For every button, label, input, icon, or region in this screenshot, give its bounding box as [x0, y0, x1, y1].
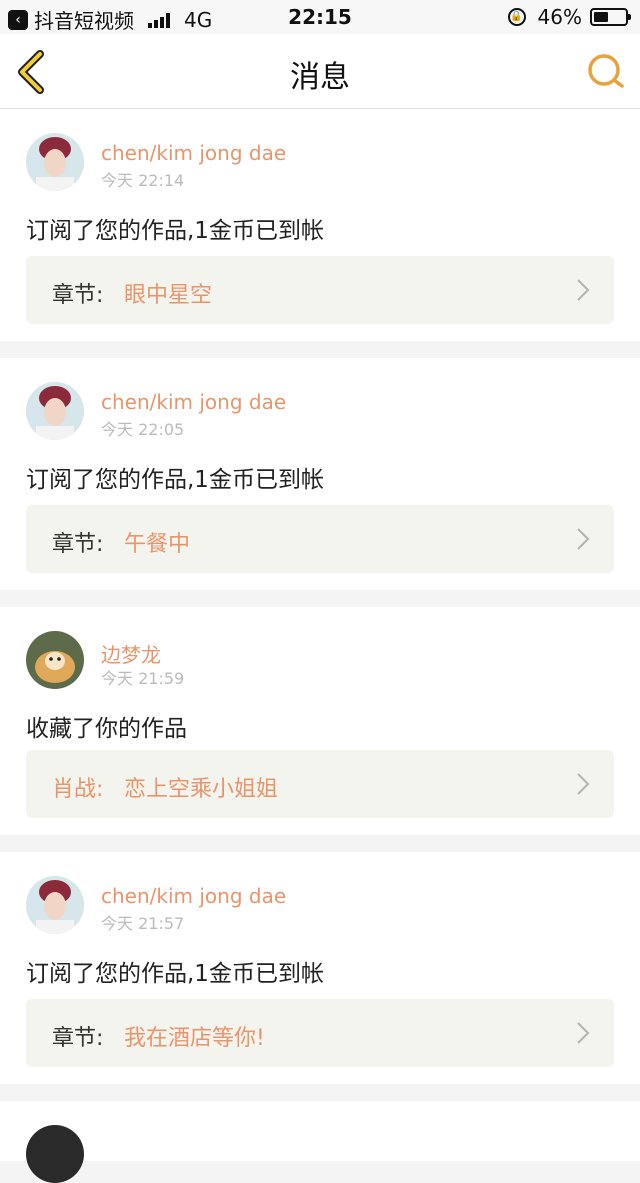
chapter-label: 肖战: [52, 777, 104, 802]
message-text: 订阅了您的作品,1金币已到帐 [26, 961, 324, 987]
divider [0, 1084, 640, 1101]
message-card: chen/kim jong dae 今天 22:05 订阅了您的作品,1金币已到… [0, 358, 640, 590]
chevron-right-icon [577, 1022, 590, 1044]
chapter-link[interactable]: 章节: 午餐中 [26, 505, 614, 573]
message-text: 收藏了你的作品 [26, 716, 187, 742]
timestamp: 今天 21:57 [101, 914, 185, 933]
username[interactable]: 边梦龙 [101, 639, 161, 668]
chapter-label: 章节: [52, 1026, 104, 1051]
divider [0, 590, 640, 607]
chevron-right-icon [577, 773, 590, 795]
chevron-right-icon [577, 279, 590, 301]
chapter-title: 我在酒店等你! [124, 1026, 265, 1051]
avatar[interactable] [26, 631, 84, 689]
message-card [0, 1101, 640, 1183]
status-bar: ‹ 抖音短视频 4G 22:15 🔒 46% [0, 0, 640, 34]
chapter-label: 章节: [52, 532, 104, 557]
message-text: 订阅了您的作品,1金币已到帐 [26, 218, 324, 244]
chapter-title: 恋上空乘小姐姐 [124, 777, 279, 802]
message-text: 订阅了您的作品,1金币已到帐 [26, 467, 324, 493]
search-icon [588, 54, 624, 88]
timestamp: 今天 21:59 [101, 669, 185, 688]
orientation-lock-icon: 🔒 [507, 8, 526, 26]
message-card: chen/kim jong dae 今天 22:14 订阅了您的作品,1金币已到… [0, 109, 640, 341]
avatar[interactable] [26, 382, 84, 440]
chapter-link[interactable]: 章节: 眼中星空 [26, 256, 614, 324]
timestamp: 今天 22:05 [101, 420, 185, 439]
chevron-right-icon [577, 528, 590, 550]
chapter-link[interactable]: 章节: 我在酒店等你! [26, 999, 614, 1067]
nav-bar: 消息 [0, 34, 640, 109]
battery-percent: 46% [537, 5, 582, 29]
avatar[interactable] [26, 1125, 84, 1183]
chapter-label: 章节: [52, 283, 104, 308]
message-card: 边梦龙 今天 21:59 收藏了你的作品 肖战: 恋上空乘小姐姐 [0, 607, 640, 835]
avatar[interactable] [26, 876, 84, 934]
message-list: chen/kim jong dae 今天 22:14 订阅了您的作品,1金币已到… [0, 109, 640, 1183]
username[interactable]: chen/kim jong dae [101, 390, 286, 414]
chapter-title: 眼中星空 [124, 283, 213, 308]
chapter-link[interactable]: 肖战: 恋上空乘小姐姐 [26, 750, 614, 818]
divider [0, 835, 640, 852]
status-right: 🔒 46% [507, 5, 631, 29]
page-title: 消息 [290, 60, 350, 95]
chapter-title: 午餐中 [124, 532, 191, 557]
username[interactable]: chen/kim jong dae [101, 141, 286, 165]
timestamp: 今天 22:14 [101, 171, 185, 190]
search-button[interactable] [586, 52, 626, 92]
username[interactable]: chen/kim jong dae [101, 884, 286, 908]
divider [0, 341, 640, 358]
battery-icon [590, 8, 631, 26]
avatar[interactable] [26, 133, 84, 191]
message-card: chen/kim jong dae 今天 21:57 订阅了您的作品,1金币已到… [0, 852, 640, 1084]
